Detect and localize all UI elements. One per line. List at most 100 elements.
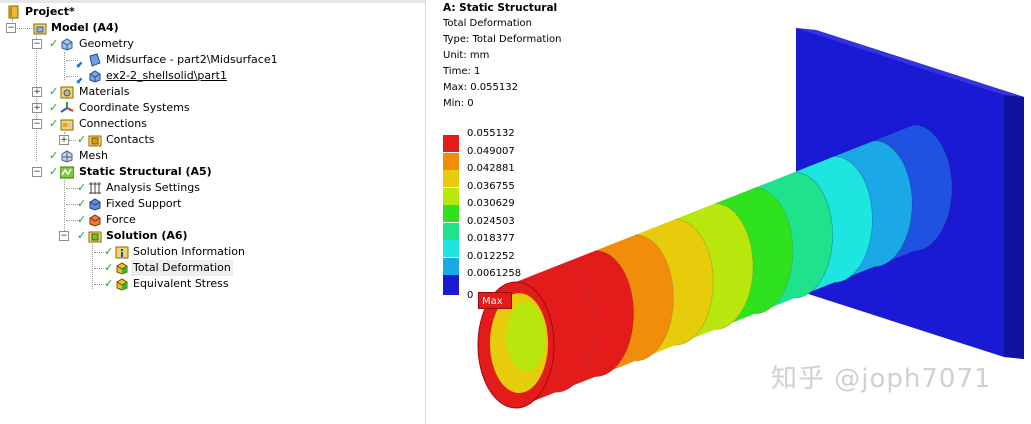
- check-icon: ✓: [49, 149, 59, 162]
- tube-inner-depth: [506, 302, 546, 372]
- legend-value: 0.018377: [467, 233, 515, 244]
- tree-label-mesh: Mesh: [79, 149, 108, 162]
- check-icon: ✓: [77, 133, 87, 146]
- legend-value: 0.036755: [467, 180, 515, 192]
- outline-tree-panel: Project* − Model (A4) − ✓ Geometry ⬋ Mid…: [0, 0, 426, 424]
- legend-value: 0.042881: [467, 163, 515, 174]
- tree-label-analysis-settings: Analysis Settings: [106, 181, 200, 194]
- legend-swatch: [443, 187, 459, 205]
- check-icon: ✓: [104, 245, 114, 258]
- tree-label-solution-information: Solution Information: [133, 245, 245, 258]
- check-icon: ✓: [104, 261, 114, 274]
- tree-item-equivalent-stress[interactable]: ✓ Equivalent Stress: [0, 276, 240, 292]
- tree-label-part: ex2-2_shellsolid\part1: [106, 69, 227, 82]
- check-icon: ✓: [77, 229, 87, 242]
- legend-swatch: [443, 135, 459, 152]
- legend-swatch: [443, 240, 459, 257]
- tree-label-force: Force: [106, 213, 136, 226]
- tree-item-fixed-support[interactable]: ✓ Fixed Support: [0, 196, 220, 212]
- result-type: Type: Total Deformation: [443, 34, 562, 45]
- result-time: Time: 1: [443, 66, 481, 77]
- fixed-plate-edge: [1004, 95, 1024, 359]
- graphics-viewport[interactable]: A: Static Structural Total Deformation T…: [426, 0, 1031, 424]
- check-icon: ✓: [49, 85, 59, 98]
- solution-information-icon: [115, 245, 129, 259]
- tree-label-connections: Connections: [79, 117, 147, 130]
- tree-item-static-structural[interactable]: − ✓ Static Structural (A5): [0, 164, 240, 180]
- tree-item-coordinate-systems[interactable]: + ✓ Coordinate Systems: [0, 100, 220, 116]
- analysis-title: A: Static Structural: [443, 2, 558, 14]
- tree-label-contacts: Contacts: [106, 133, 155, 146]
- legend-value: 0: [467, 289, 474, 301]
- mesh-icon: [60, 149, 74, 163]
- check-icon: ✓: [49, 101, 59, 114]
- tree-label-static-structural: Static Structural (A5): [79, 165, 212, 178]
- expand-contacts-expander[interactable]: +: [59, 135, 69, 145]
- tree-item-solution[interactable]: − ✓ Solution (A6): [0, 228, 220, 244]
- solution-icon: [88, 229, 102, 243]
- tree-item-solution-information[interactable]: ✓ Solution Information: [0, 244, 245, 260]
- check-icon: ✓: [49, 37, 59, 50]
- check-icon: ✓: [77, 181, 87, 194]
- max-probe-label[interactable]: Max: [478, 292, 512, 309]
- tree-item-analysis-settings[interactable]: ✓ Analysis Settings: [0, 180, 220, 196]
- tree-item-connections[interactable]: − ✓ Connections: [0, 116, 200, 132]
- check-icon: ✓: [49, 117, 59, 130]
- static-structural-icon: [59, 165, 75, 179]
- tree-item-geometry[interactable]: − ✓ Geometry: [0, 36, 200, 52]
- expand-coordinate-systems-expander[interactable]: +: [32, 103, 42, 113]
- coordinate-system-icon: [60, 101, 74, 115]
- contacts-icon: [88, 133, 102, 147]
- legend-value: 0.049007: [467, 145, 515, 157]
- analysis-settings-icon: [88, 181, 102, 195]
- tree-label-equivalent-stress: Equivalent Stress: [133, 277, 229, 290]
- fixed-support-icon: [88, 197, 102, 211]
- tree-item-project[interactable]: Project*: [0, 4, 200, 20]
- legend-value: 0.030629: [467, 198, 515, 209]
- legend-value: 0.012252: [467, 250, 515, 262]
- materials-icon: [60, 85, 74, 99]
- tree-item-midsurface[interactable]: ⬋ Midsurface - part2\Midsurface1: [0, 52, 280, 70]
- tree-item-mesh[interactable]: ✓ Mesh: [0, 148, 200, 164]
- tree-item-force[interactable]: ✓ Force: [0, 212, 220, 228]
- panel-top-border: [0, 0, 425, 3]
- tree-label-midsurface: Midsurface - part2\Midsurface1: [106, 53, 278, 66]
- watermark-text: 知乎 @joph7071: [771, 364, 992, 394]
- collapse-solution-expander[interactable]: −: [59, 231, 69, 241]
- tree-item-model[interactable]: − Model (A4): [0, 20, 200, 36]
- tree-label-project: Project*: [25, 5, 75, 18]
- collapse-geometry-expander[interactable]: −: [32, 39, 42, 49]
- equivalent-stress-icon: [115, 277, 129, 291]
- check-icon: ✓: [77, 213, 87, 226]
- legend-swatch: [443, 170, 459, 187]
- tree-item-materials[interactable]: + ✓ Materials: [0, 84, 200, 100]
- model-icon: [33, 21, 47, 35]
- collapse-static-structural-expander[interactable]: −: [32, 167, 42, 177]
- solid-body-icon: [88, 69, 102, 83]
- tree-label-geometry: Geometry: [79, 37, 134, 50]
- connections-icon: [60, 117, 74, 131]
- legend-swatch: [443, 222, 459, 240]
- project-icon: [6, 5, 20, 19]
- expand-materials-expander[interactable]: +: [32, 87, 42, 97]
- tree-label-model: Model (A4): [51, 21, 119, 34]
- total-deformation-icon: [115, 261, 129, 275]
- legend-swatch: [443, 257, 459, 275]
- tree-item-total-deformation[interactable]: ✓ Total Deformation: [0, 260, 240, 276]
- check-icon: ✓: [104, 277, 114, 290]
- tree-item-part[interactable]: ⬋ ex2-2_shellsolid\part1: [0, 68, 280, 86]
- surface-body-icon: [88, 53, 102, 67]
- tree-label-coordinate-systems: Coordinate Systems: [79, 101, 190, 114]
- legend-value: 0.024503: [467, 215, 515, 227]
- collapse-model-expander[interactable]: −: [6, 23, 16, 33]
- tree-label-total-deformation: Total Deformation: [131, 260, 233, 276]
- result-min: Min: 0: [443, 98, 474, 109]
- collapse-connections-expander[interactable]: −: [32, 119, 42, 129]
- result-max: Max: 0.055132: [443, 82, 518, 93]
- tree-label-materials: Materials: [79, 85, 130, 98]
- tree-label-solution: Solution (A6): [106, 229, 188, 242]
- check-icon: ✓: [77, 197, 87, 210]
- legend-swatch: [443, 152, 459, 170]
- tree-item-contacts[interactable]: + ✓ Contacts: [0, 132, 200, 148]
- force-icon: [88, 213, 102, 227]
